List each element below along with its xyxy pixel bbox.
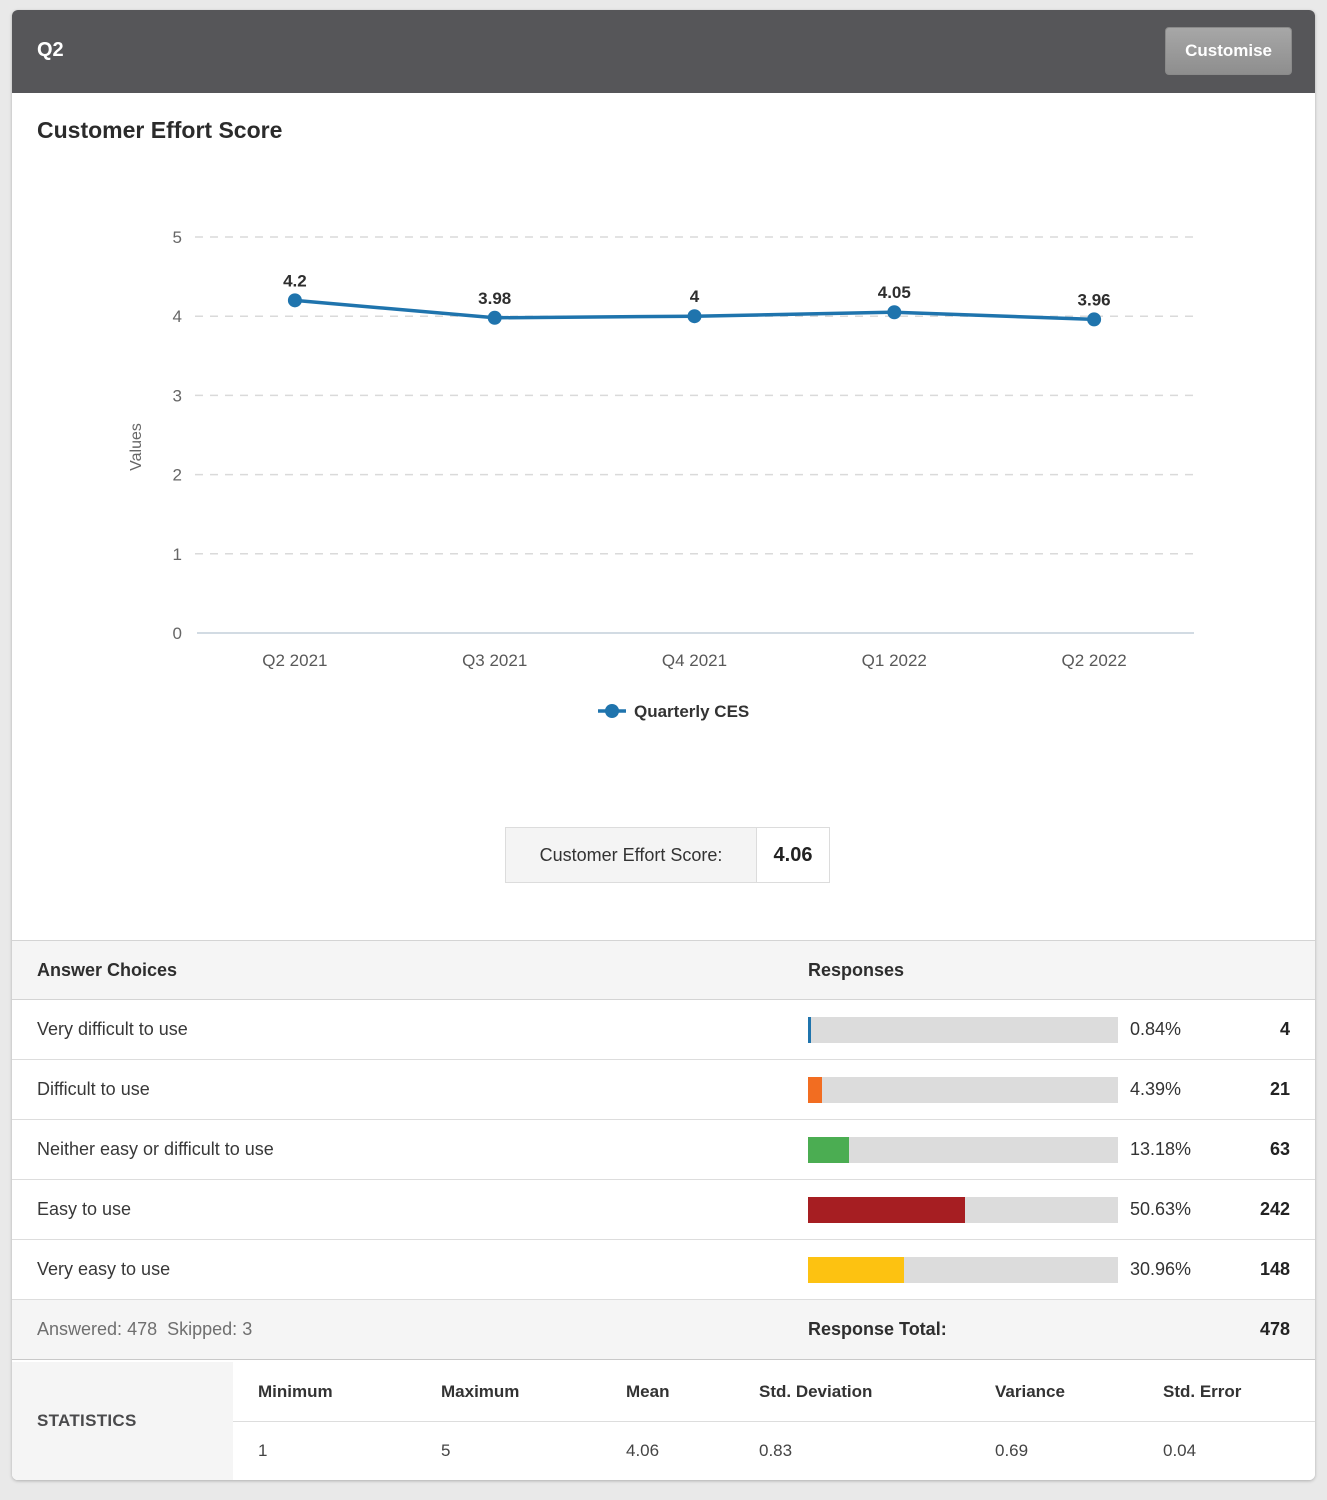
response-percent: 0.84% (1130, 1000, 1181, 1059)
answer-row: Very difficult to use 0.84%4 (12, 1000, 1315, 1060)
response-bar-fill (808, 1197, 965, 1223)
stat-column-header: Mean (626, 1362, 669, 1421)
legend-dot-icon (605, 704, 619, 718)
card-header: Q2 Customise (12, 10, 1315, 93)
question-result-card: Q2 Customise Customer Effort Score 0 1 2 3 4… (12, 10, 1315, 1480)
stat-column-value: 0.04 (1163, 1422, 1196, 1480)
stat-column-header: Maximum (441, 1362, 519, 1421)
stat-column-header: Std. Error (1163, 1362, 1241, 1421)
stat-column-value: 4.06 (626, 1422, 659, 1480)
stat-column-value: 0.69 (995, 1422, 1028, 1480)
response-count: 148 (1192, 1240, 1290, 1299)
y-tick-label: 4 (173, 307, 182, 326)
response-bar-track (808, 1257, 1118, 1283)
response-percent: 13.18% (1130, 1120, 1191, 1179)
data-point (1087, 312, 1101, 326)
y-tick-label: 5 (173, 228, 182, 247)
answer-choice-label: Very easy to use (37, 1240, 170, 1299)
response-bar-fill (808, 1137, 849, 1163)
x-tick-label: Q2 2021 (262, 651, 327, 670)
y-tick-label: 0 (173, 624, 182, 643)
y-axis-title: Values (128, 423, 145, 471)
statistics-label: STATISTICS (37, 1411, 137, 1431)
data-point-label: 4.05 (878, 283, 911, 302)
data-point-label: 4.2 (283, 271, 307, 290)
data-point (887, 305, 901, 319)
data-point-label: 4 (690, 287, 700, 306)
response-bar-track (808, 1197, 1118, 1223)
stat-column-value: 0.83 (759, 1422, 792, 1480)
stat-column-header: Variance (995, 1362, 1065, 1421)
response-bar-fill (808, 1017, 811, 1043)
answer-choice-label: Difficult to use (37, 1060, 150, 1119)
stat-column-value: 5 (441, 1422, 450, 1480)
stat-column-header: Std. Deviation (759, 1362, 872, 1421)
stat-column-value: 1 (258, 1422, 267, 1480)
response-bar-track (808, 1017, 1118, 1043)
data-point (288, 293, 302, 307)
statistics-section: STATISTICS Minimum1 Maximum5 Mean4.06 Std. … (12, 1362, 1315, 1480)
response-bar-track (808, 1077, 1118, 1103)
line-chart: 0 1 2 3 4 5 Values Q2 2021 Q3 2021 Q4 2021 Q1 2022… (12, 180, 1315, 750)
answer-row: Easy to use 50.63%242 (12, 1180, 1315, 1240)
answer-table-footer: Answered: 478Skipped: 3 Response Total: … (12, 1300, 1315, 1360)
response-percent: 4.39% (1130, 1060, 1181, 1119)
response-count: 4 (1192, 1000, 1290, 1059)
answered-skipped-text: Answered: 478Skipped: 3 (37, 1300, 252, 1359)
y-tick-label: 3 (173, 386, 182, 405)
response-bar-fill (808, 1077, 822, 1103)
response-bar-track (808, 1137, 1118, 1163)
x-tick-label: Q2 2022 (1061, 651, 1126, 670)
column-header-answer-choices: Answer Choices (37, 941, 177, 1000)
answer-choice-label: Very difficult to use (37, 1000, 188, 1059)
statistics-label-cell: STATISTICS (12, 1362, 233, 1480)
response-total-value: 478 (1192, 1300, 1290, 1359)
x-tick-label: Q1 2022 (862, 651, 927, 670)
data-point (488, 311, 502, 325)
score-box-value: 4.06 (756, 828, 829, 882)
legend-item[interactable]: Quarterly CES (598, 702, 749, 721)
answer-row: Very easy to use 30.96%148 (12, 1240, 1315, 1300)
question-number: Q2 (37, 39, 64, 62)
legend-label: Quarterly CES (634, 702, 749, 721)
y-tick-label: 2 (173, 466, 182, 485)
response-percent: 50.63% (1130, 1180, 1191, 1239)
customise-button[interactable]: Customise (1165, 27, 1292, 75)
answer-choice-label: Neither easy or difficult to use (37, 1120, 274, 1179)
x-tick-label: Q3 2021 (462, 651, 527, 670)
response-count: 242 (1192, 1180, 1290, 1239)
response-count: 21 (1192, 1060, 1290, 1119)
page-title: Customer Effort Score (37, 117, 282, 144)
data-point-label: 3.96 (1078, 290, 1111, 309)
data-point (688, 309, 702, 323)
stat-column-header: Minimum (258, 1362, 333, 1421)
response-count: 63 (1192, 1120, 1290, 1179)
response-total-label: Response Total: (808, 1300, 947, 1359)
answer-table: Answer Choices Responses Very difficult … (12, 940, 1315, 1360)
response-percent: 30.96% (1130, 1240, 1191, 1299)
y-tick-label: 1 (173, 545, 182, 564)
column-header-responses: Responses (808, 941, 904, 1000)
data-point-label: 3.98 (478, 289, 511, 308)
response-bar-fill (808, 1257, 904, 1283)
score-box-label: Customer Effort Score: (506, 828, 756, 882)
answer-choice-label: Easy to use (37, 1180, 131, 1239)
answer-row: Difficult to use 4.39%21 (12, 1060, 1315, 1120)
x-tick-label: Q4 2021 (662, 651, 727, 670)
answer-table-header: Answer Choices Responses (12, 940, 1315, 1000)
answer-row: Neither easy or difficult to use 13.18%63 (12, 1120, 1315, 1180)
score-box: Customer Effort Score: 4.06 (505, 827, 830, 883)
answer-rows: Very difficult to use0.84%4Difficult to … (12, 1000, 1315, 1300)
